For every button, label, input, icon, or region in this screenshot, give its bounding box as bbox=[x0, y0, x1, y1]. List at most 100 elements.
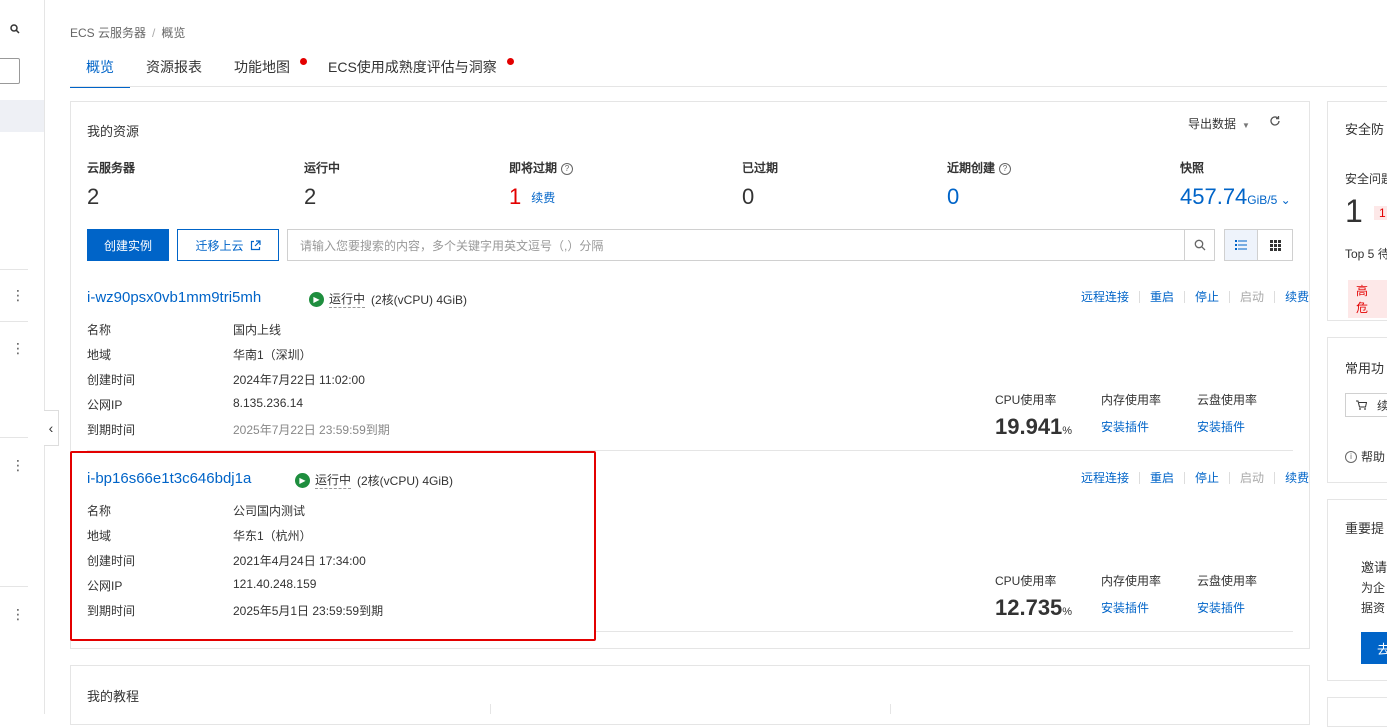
go-button[interactable]: 去 bbox=[1361, 632, 1387, 664]
important-title: 重要提 bbox=[1345, 521, 1385, 536]
play-icon: ▶ bbox=[309, 291, 324, 307]
export-data-dropdown[interactable]: 导出数据 ▼ bbox=[1188, 115, 1250, 132]
memory-label: 内存使用率 bbox=[1101, 393, 1162, 407]
tab-maturity-assessment[interactable]: ECS使用成熟度评估与洞察 bbox=[314, 58, 521, 86]
tab-resource-report[interactable]: 资源报表 bbox=[130, 58, 218, 86]
search-icon[interactable] bbox=[10, 24, 20, 37]
cpu-label: CPU使用率 bbox=[995, 574, 1057, 588]
breadcrumb: ECS 云服务器 / 概览 bbox=[70, 26, 186, 40]
search-icon bbox=[1194, 239, 1205, 251]
chevron-left-icon: ‹ bbox=[48, 420, 54, 436]
tutorial-title: 我的教程 bbox=[87, 689, 140, 704]
field-label: 公网IP bbox=[87, 398, 123, 412]
memory-label: 内存使用率 bbox=[1101, 574, 1162, 588]
column-divider bbox=[490, 704, 491, 714]
stat-value-recent[interactable]: 0 bbox=[947, 184, 959, 210]
field-label: 创建时间 bbox=[87, 373, 136, 387]
help-icon[interactable]: ? bbox=[561, 163, 574, 175]
stat-label-running: 运行中 bbox=[304, 161, 341, 175]
sidebar-divider bbox=[0, 586, 28, 587]
breadcrumb-root[interactable]: ECS 云服务器 bbox=[70, 26, 146, 40]
renew-link[interactable]: 续费 bbox=[531, 191, 555, 205]
external-link-icon bbox=[250, 239, 261, 250]
risk-badge: 高危 bbox=[1348, 280, 1387, 318]
disk-label: 云盘使用率 bbox=[1197, 574, 1258, 588]
disk-label: 云盘使用率 bbox=[1197, 393, 1258, 407]
stat-value-servers[interactable]: 2 bbox=[87, 184, 99, 210]
info-icon: i bbox=[1345, 450, 1357, 463]
help-link[interactable]: i 帮助 bbox=[1345, 448, 1385, 465]
field-value: 2024年7月22日 11:02:00 bbox=[233, 373, 365, 387]
instance-actions: 远程连接 重启 停止 启动 续费 bbox=[1081, 288, 1309, 305]
field-value: 国内上线 bbox=[233, 323, 282, 337]
stop-link[interactable]: 停止 bbox=[1195, 288, 1219, 305]
install-plugin-link[interactable]: 安装插件 bbox=[1101, 599, 1149, 616]
instance-id-link[interactable]: i-wz90psx0vb1mm9tri5mh bbox=[87, 289, 261, 306]
top5-label: Top 5 待 bbox=[1345, 247, 1387, 261]
refresh-icon[interactable] bbox=[1269, 115, 1281, 130]
more-icon[interactable]: ⋮ bbox=[11, 288, 25, 302]
field-label: 到期时间 bbox=[87, 423, 136, 437]
stat-value-running[interactable]: 2 bbox=[304, 184, 316, 210]
install-plugin-link[interactable]: 安装插件 bbox=[1101, 418, 1149, 435]
renew-link[interactable]: 续费 bbox=[1285, 469, 1309, 486]
chevron-down-icon: ⌄ bbox=[1277, 193, 1291, 207]
cpu-value: 12.735% bbox=[995, 595, 1073, 620]
common-title: 常用功 bbox=[1345, 361, 1385, 376]
stat-label-servers: 云服务器 bbox=[87, 161, 136, 175]
search-input[interactable]: 请输入您要搜索的内容，多个关键字用英文逗号（,）分隔 bbox=[287, 229, 1185, 261]
sidebar-item-active[interactable] bbox=[0, 100, 44, 132]
highlight-box bbox=[70, 451, 596, 641]
more-icon[interactable]: ⋮ bbox=[11, 341, 25, 355]
right-panel-bottom bbox=[1327, 697, 1387, 727]
sidebar-divider bbox=[0, 269, 28, 270]
stat-value-expired[interactable]: 0 bbox=[742, 184, 754, 210]
migrate-to-cloud-button[interactable]: 迁移上云 bbox=[177, 229, 279, 261]
security-issue-count[interactable]: 1 bbox=[1345, 193, 1363, 230]
grid-view-button[interactable] bbox=[1257, 229, 1293, 261]
field-value: 华南1（深圳） bbox=[233, 348, 312, 362]
notice-line: 据资 bbox=[1361, 601, 1386, 615]
notice-line: 为企 bbox=[1361, 581, 1386, 595]
sidebar-divider bbox=[0, 321, 28, 322]
tab-feature-map[interactable]: 功能地图 bbox=[218, 58, 314, 86]
cpu-label: CPU使用率 bbox=[995, 393, 1057, 407]
list-view-button[interactable] bbox=[1224, 229, 1258, 261]
cpu-value: 19.941% bbox=[995, 414, 1073, 439]
remote-connect-link[interactable]: 远程连接 bbox=[1081, 469, 1129, 486]
more-icon[interactable]: ⋮ bbox=[11, 458, 25, 472]
create-instance-button[interactable]: 创建实例 bbox=[87, 229, 169, 261]
start-link: 启动 bbox=[1240, 471, 1265, 485]
list-icon bbox=[1235, 240, 1247, 250]
restart-link[interactable]: 重启 bbox=[1150, 469, 1174, 486]
more-icon[interactable]: ⋮ bbox=[11, 607, 25, 621]
caret-down-icon: ▼ bbox=[1242, 121, 1250, 130]
renew-link[interactable]: 续费 bbox=[1285, 288, 1309, 305]
remote-connect-link[interactable]: 远程连接 bbox=[1081, 288, 1129, 305]
start-link: 启动 bbox=[1240, 290, 1265, 304]
field-label: 名称 bbox=[87, 323, 112, 337]
instance-actions: 远程连接 重启 停止 启动 续费 bbox=[1081, 469, 1309, 486]
install-plugin-link[interactable]: 安装插件 bbox=[1197, 418, 1245, 435]
field-value: 8.135.236.14 bbox=[233, 396, 304, 410]
field-value: 2025年7月22日 23:59:59到期 bbox=[233, 423, 390, 437]
invite-text: 邀请 bbox=[1361, 560, 1387, 575]
stat-label-snapshot: 快照 bbox=[1180, 161, 1205, 175]
field-label: 地域 bbox=[87, 348, 112, 362]
stat-value-snapshot[interactable]: 457.74GiB/5 ⌄ bbox=[1180, 184, 1291, 210]
grid-icon bbox=[1269, 239, 1281, 251]
sidebar-search-input[interactable] bbox=[0, 58, 20, 84]
stop-link[interactable]: 停止 bbox=[1195, 469, 1219, 486]
expiring-count[interactable]: 1 bbox=[509, 184, 521, 209]
tab-overview[interactable]: 概览 bbox=[70, 58, 130, 88]
security-title: 安全防 bbox=[1345, 122, 1385, 137]
collapse-sidebar-button[interactable]: ‹ bbox=[44, 410, 59, 446]
restart-link[interactable]: 重启 bbox=[1150, 288, 1174, 305]
tab-bar: 概览 资源报表 功能地图 ECS使用成熟度评估与洞察 bbox=[70, 58, 521, 88]
search-button[interactable] bbox=[1184, 229, 1215, 261]
renew-shortcut-button[interactable]: 续 bbox=[1345, 393, 1387, 417]
security-badge: 1 bbox=[1374, 206, 1387, 220]
security-issue-label: 安全问题 bbox=[1345, 172, 1387, 186]
help-icon[interactable]: ? bbox=[999, 163, 1012, 175]
install-plugin-link[interactable]: 安装插件 bbox=[1197, 599, 1245, 616]
